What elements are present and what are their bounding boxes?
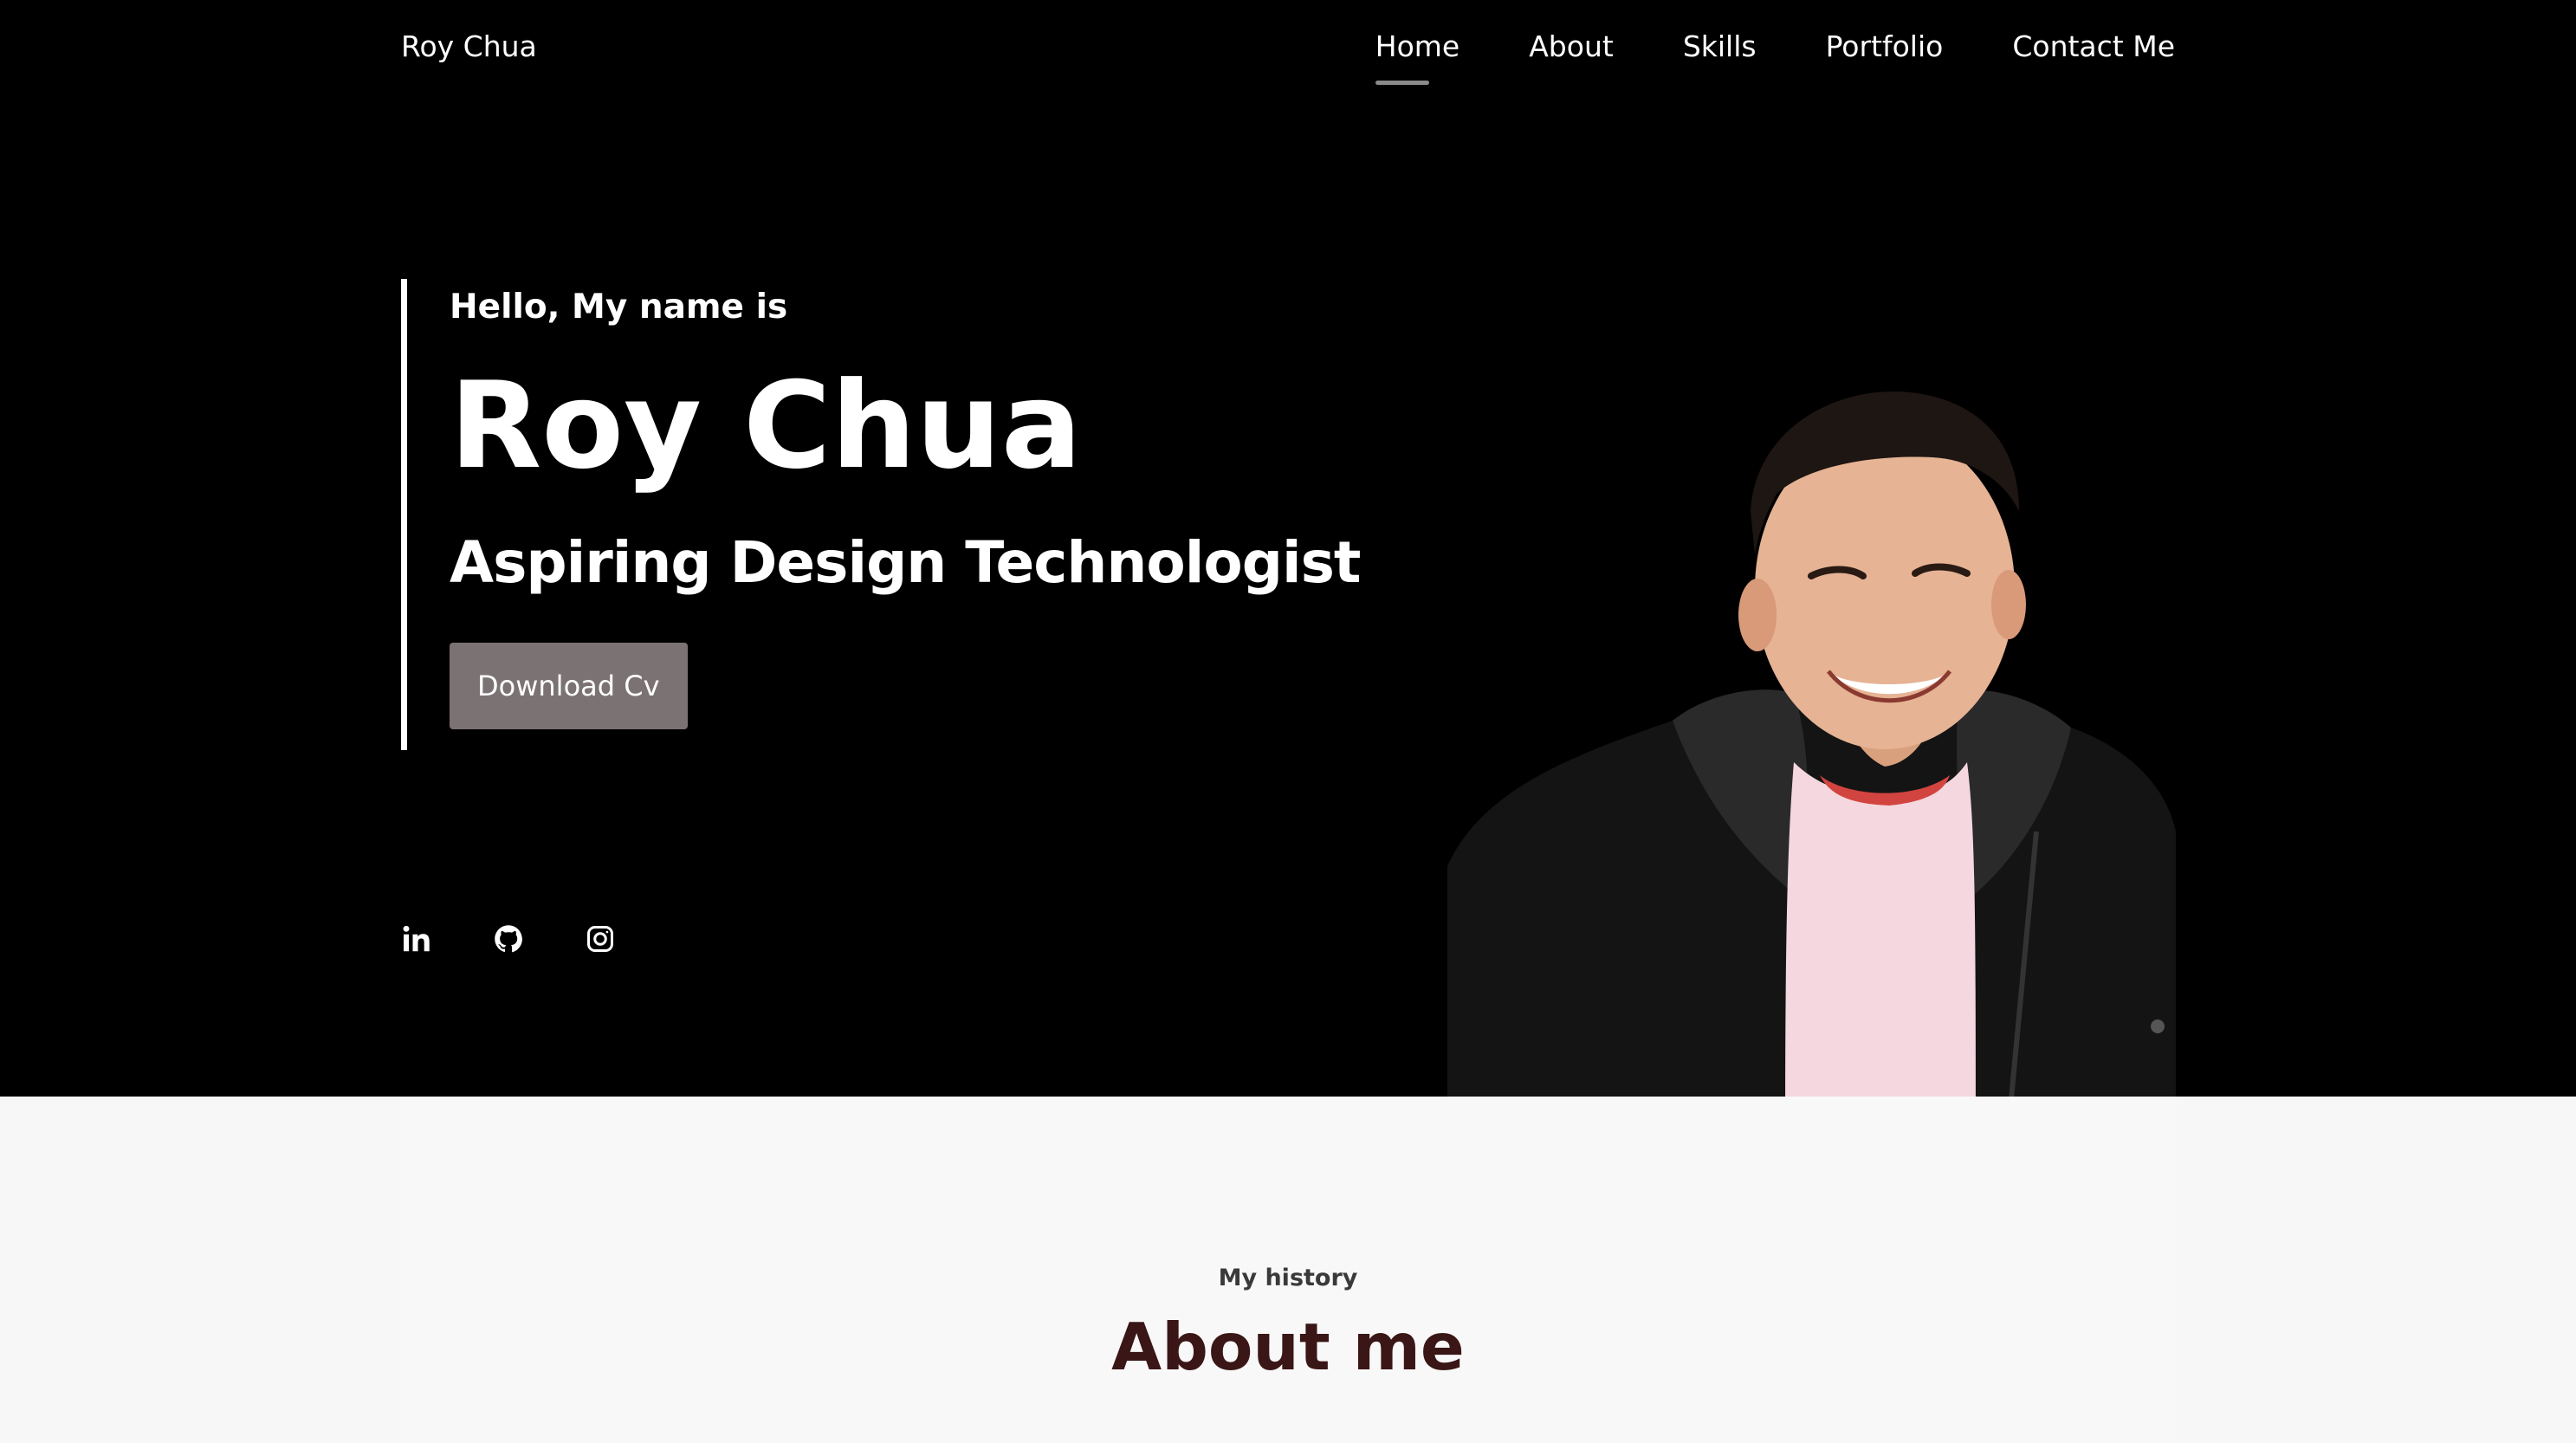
github-icon[interactable] (493, 923, 524, 954)
download-cv-button[interactable]: Download Cv (450, 643, 688, 729)
hero-name: Roy Chua (450, 356, 1082, 495)
nav-contact[interactable]: Contact Me (2012, 29, 2175, 63)
hero-greeting: Hello, My name is (450, 288, 788, 327)
hero-intro: Hello, My name is Roy Chua Aspiring Desi… (401, 279, 1361, 750)
main-nav: Home About Skills Portfolio Contact Me (1375, 29, 2175, 85)
hero-section: Hello, My name is Roy Chua Aspiring Desi… (0, 104, 2576, 1200)
section-eyebrow: My history (1218, 1265, 1358, 1291)
social-links (401, 923, 616, 954)
about-section: My history About me (0, 1097, 2576, 1443)
hero-role: Aspiring Design Technologist (450, 529, 1361, 596)
section-title: About me (1111, 1309, 1465, 1385)
instagram-icon[interactable] (585, 923, 616, 954)
brand-logo[interactable]: Roy Chua (401, 29, 537, 63)
nav-about[interactable]: About (1529, 29, 1614, 63)
site-header: Roy Chua Home About Skills Portfolio Con… (0, 0, 2576, 104)
nav-home[interactable]: Home (1375, 29, 1460, 85)
nav-portfolio[interactable]: Portfolio (1826, 29, 1944, 63)
linkedin-icon[interactable] (401, 923, 432, 954)
profile-photo (1447, 381, 2176, 1200)
nav-skills[interactable]: Skills (1683, 29, 1757, 63)
portfolio-page: Roy Chua Home About Skills Portfolio Con… (0, 0, 2576, 1443)
